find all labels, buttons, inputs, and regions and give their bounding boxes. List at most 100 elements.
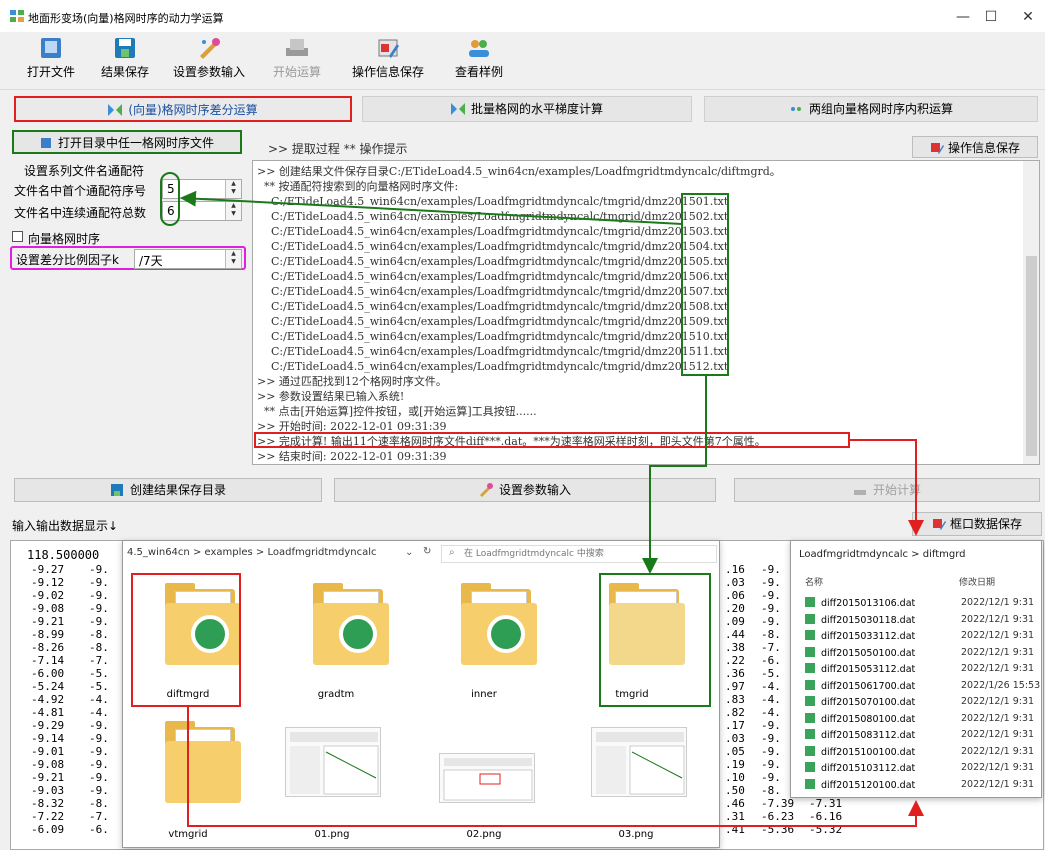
data-cell: -9. — [89, 602, 109, 615]
data-cell: -7. — [761, 641, 781, 654]
file-row[interactable]: diff2015050100.dat 2022/12/1 9:31 — [805, 646, 1034, 659]
data-cell: .31 — [725, 810, 745, 823]
explorer-search-input[interactable]: 在 Loadfmgridtmdyncalc 中搜索 — [441, 545, 717, 563]
tab-horizontal-gradient[interactable]: 批量格网的水平梯度计算 — [362, 96, 692, 122]
data-cell: -9. — [761, 602, 781, 615]
data-cell: -9. — [89, 771, 109, 784]
data-cell: .36 — [725, 667, 745, 680]
close-button[interactable]: ✕ — [1005, 4, 1045, 30]
file-date: 2022/12/1 9:31 — [961, 778, 1035, 790]
dat-file-icon — [805, 630, 815, 640]
file-row[interactable]: diff2015030118.dat 2022/12/1 9:31 — [805, 613, 1034, 626]
file-date: 2022/12/1 9:31 — [961, 663, 1035, 674]
file-row[interactable]: diff2015080100.dat 2022/12/1 9:31 — [805, 712, 1034, 725]
save-op-info-toolbar-button[interactable]: 操作信息保存 — [344, 34, 432, 88]
column-header-name[interactable]: 名称 — [805, 575, 823, 588]
data-cell: -4.81 — [31, 706, 65, 719]
start-calc-button[interactable]: 开始计算 — [734, 478, 1040, 502]
save-op-info-button[interactable]: 操作信息保存 — [912, 136, 1038, 158]
filelist-breadcrumb[interactable]: Loadfmgridtmdyncalc > diftmgrd — [799, 549, 966, 560]
folder-label[interactable]: gradtm — [281, 689, 391, 700]
log-output[interactable]: >> 创建结果文件保存目录C:/ETideLoad4.5_win64cn/exa… — [252, 160, 1040, 465]
start-calc-toolbar-button[interactable]: 开始运算 — [266, 34, 328, 88]
open-dir-file-button[interactable]: 打开目录中任一格网时序文件 — [12, 130, 242, 154]
file-row[interactable]: diff2015100100.dat 2022/12/1 9:31 — [805, 745, 1034, 758]
column-header-date[interactable]: 修改日期 — [959, 575, 995, 588]
data-cell: -8. — [89, 797, 109, 810]
spinner-arrows-icon[interactable]: ▲ ▼ — [225, 250, 241, 268]
set-params-button[interactable]: 设置参数输入 — [168, 34, 250, 88]
first-wildcard-label: 文件名中首个通配符序号 — [14, 184, 147, 198]
file-name: diff2015083112.dat — [821, 730, 916, 741]
tab-inner-product[interactable]: 两组向量格网时序内积运算 — [704, 96, 1038, 122]
file-row[interactable]: diff2015061700.dat 2022/1/26 15:53 — [805, 679, 1040, 692]
data-cell: .83 — [725, 693, 745, 706]
data-cell: .22 — [725, 654, 745, 667]
diff-factor-label: 设置差分比例因子k — [16, 253, 119, 267]
scrollbar-thumb[interactable] — [1026, 256, 1037, 456]
data-cell: -7. — [89, 654, 109, 667]
data-cell: .09 — [725, 615, 745, 628]
refresh-icon[interactable]: ↻ — [423, 546, 431, 557]
vector-grid-checkbox[interactable] — [12, 231, 23, 242]
diff-factor-spinner[interactable]: /7天 ▲ ▼ — [134, 249, 242, 269]
chevron-down-icon[interactable]: ⌄ — [405, 547, 413, 558]
image-thumbnail[interactable] — [591, 727, 687, 797]
tab-grid-diff[interactable]: (向量)格网时序差分运算 — [14, 96, 352, 122]
file-row[interactable]: diff2015013106.dat 2022/12/1 9:31 — [805, 597, 1034, 609]
file-row[interactable]: diff2015070100.dat 2022/12/1 9:31 — [805, 696, 1034, 708]
data-first-row: 118.500000 — [27, 548, 100, 562]
data-cell: .10 — [725, 771, 745, 784]
file-date: 2022/12/1 9:31 — [961, 762, 1035, 773]
grid-diff-icon — [108, 104, 123, 116]
data-cell: .16 — [725, 563, 745, 576]
save-result-button[interactable]: 结果保存 — [94, 34, 156, 88]
annotation-box-green — [681, 193, 729, 376]
image-label[interactable]: 01.png — [277, 829, 387, 840]
data-cell: -9. — [89, 576, 109, 589]
file-date: 2022/12/1 9:31 — [961, 646, 1035, 658]
data-cell: .19 — [725, 758, 745, 771]
log-line: C:/ETideLoad4.5_win64cn/examples/Loadfmg… — [257, 360, 729, 373]
data-cell: -9. — [89, 758, 109, 771]
folder-label[interactable]: inner — [429, 689, 539, 700]
image-label[interactable]: 03.png — [581, 829, 691, 840]
set-params-action-button[interactable]: 设置参数输入 — [334, 478, 716, 502]
spinner-arrows-icon[interactable]: ▲ ▼ — [225, 202, 241, 220]
image-thumbnail[interactable] — [439, 753, 535, 803]
file-row[interactable]: diff2015120100.dat 2022/12/1 9:31 — [805, 778, 1034, 791]
log-line: ** 点击[开始运算]控件按钮，或[开始运算]工具按钮...... — [257, 405, 537, 418]
create-dir-button[interactable]: 创建结果保存目录 — [14, 478, 322, 502]
people-icon — [469, 40, 489, 57]
total-wildcard-label: 文件名中连续通配符总数 — [14, 206, 147, 220]
data-cell: -5. — [89, 680, 109, 693]
data-cell: -7.14 — [31, 654, 65, 667]
explorer-breadcrumb[interactable]: 4.5_win64cn > examples > Loadfmgridtmdyn… — [127, 547, 377, 558]
file-row[interactable]: diff2015053112.dat 2022/12/1 9:31 — [805, 663, 1034, 675]
log-line: C:/ETideLoad4.5_win64cn/examples/Loadfmg… — [257, 240, 729, 253]
inner-product-icon — [790, 107, 801, 111]
data-cell: -9.21 — [31, 615, 65, 628]
wildcard-header: 设置系列文件名通配符 — [24, 164, 145, 178]
data-cell: -8. — [89, 628, 109, 641]
folder-label[interactable]: vtmgrid — [133, 829, 243, 840]
file-row[interactable]: diff2015083112.dat 2022/12/1 9:31 — [805, 729, 1034, 741]
save-window-data-button[interactable]: 框口数据保存 — [912, 512, 1042, 536]
open-file-button[interactable]: 打开文件 — [20, 34, 82, 88]
data-cell: -4. — [761, 680, 781, 693]
data-cell: -7.39 — [761, 797, 795, 810]
data-cell: -6.16 — [809, 810, 843, 823]
image-thumbnail[interactable] — [285, 727, 381, 797]
log-scrollbar[interactable] — [1023, 161, 1039, 464]
file-name: diff2015053112.dat — [821, 664, 916, 675]
data-cell: -9. — [761, 771, 781, 784]
view-sample-button[interactable]: 查看样例 — [448, 34, 510, 88]
spinner-arrows-icon[interactable]: ▲ ▼ — [225, 180, 241, 198]
data-cell: .38 — [725, 641, 745, 654]
data-cell: -5. — [761, 667, 781, 680]
data-cell: -5.24 — [31, 680, 65, 693]
image-label[interactable]: 02.png — [429, 829, 539, 840]
file-row[interactable]: diff2015033112.dat 2022/12/1 9:31 — [805, 630, 1034, 642]
data-cell: -6.09 — [31, 823, 65, 836]
file-row[interactable]: diff2015103112.dat 2022/12/1 9:31 — [805, 762, 1034, 774]
